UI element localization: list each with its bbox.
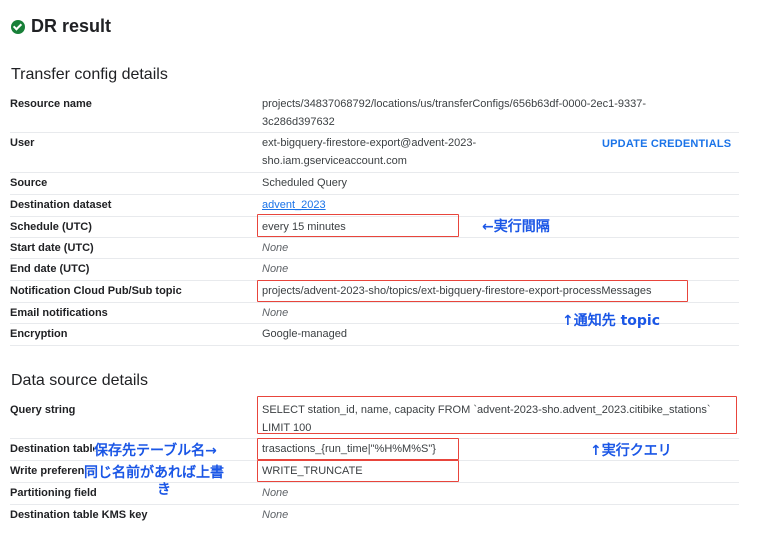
- row-value: Google-managed: [262, 328, 348, 340]
- row-label: Source: [10, 177, 48, 189]
- annotation-destination-table: 保存先テーブル名→: [94, 440, 217, 460]
- check-circle-icon: [11, 19, 25, 34]
- data-source-title: Data source details: [11, 372, 148, 389]
- highlight-box-query: [257, 396, 737, 434]
- row-label: Resource name: [10, 98, 92, 110]
- highlight-box-schedule: [257, 214, 459, 237]
- row-value: None: [262, 509, 289, 521]
- highlight-box-write-preference: [257, 460, 459, 482]
- row-label: Destination table: [10, 443, 99, 455]
- annotation-overwrite-cont: き: [157, 482, 171, 498]
- row-value: None: [262, 263, 289, 275]
- transfer-config-title: Transfer config details: [11, 66, 168, 83]
- page-title: DR result: [31, 16, 112, 36]
- row-label: Notification Cloud Pub/Sub topic: [10, 285, 182, 297]
- detail-row-kms-key: Destination table KMS key None: [10, 504, 739, 526]
- row-label: User: [10, 137, 35, 149]
- annotation-interval: ←実行間隔: [482, 219, 550, 235]
- detail-row-resource-name: Resource name projects/34837068792/locat…: [10, 92, 739, 133]
- row-value: ext-bigquery-firestore-export@advent-202…: [262, 137, 477, 149]
- row-label: Destination table KMS key: [10, 509, 148, 521]
- detail-row-start-date: Start date (UTC) None: [10, 237, 739, 259]
- row-value: projects/34837068792/locations/us/transf…: [262, 98, 647, 110]
- row-label: Schedule (UTC): [10, 221, 92, 233]
- highlight-box-topic: [257, 280, 688, 302]
- row-label: Destination dataset: [10, 199, 112, 211]
- destination-dataset-link[interactable]: advent_2023: [262, 196, 326, 214]
- detail-row-source: Source Scheduled Query: [10, 172, 739, 195]
- update-credentials-button[interactable]: UPDATE CREDENTIALS: [602, 138, 731, 150]
- annotation-query: ↑実行クエリ: [590, 443, 672, 459]
- annotation-notify-topic: ↑通知先 topic: [562, 313, 661, 329]
- row-value: Scheduled Query: [262, 177, 347, 189]
- row-label: End date (UTC): [10, 263, 90, 275]
- detail-row-partitioning-field: Partitioning field None: [10, 482, 739, 505]
- row-label: Start date (UTC): [10, 242, 94, 254]
- annotation-overwrite: 同じ名前があれば上書: [84, 462, 224, 482]
- row-label: Encryption: [10, 328, 68, 340]
- row-value-cont: 3c286d397632: [262, 116, 335, 128]
- row-value: None: [262, 487, 289, 499]
- detail-row-end-date: End date (UTC) None: [10, 258, 739, 281]
- row-label: Query string: [10, 404, 76, 416]
- row-label: Partitioning field: [10, 487, 97, 499]
- row-value: None: [262, 307, 289, 319]
- highlight-box-destination-table: [257, 438, 459, 460]
- row-value-cont: sho.iam.gserviceaccount.com: [262, 155, 407, 167]
- row-value: None: [262, 242, 289, 254]
- detail-row-user: User ext-bigquery-firestore-export@adven…: [10, 132, 739, 173]
- page-header: DR result: [11, 16, 111, 37]
- row-label: Email notifications: [10, 307, 108, 319]
